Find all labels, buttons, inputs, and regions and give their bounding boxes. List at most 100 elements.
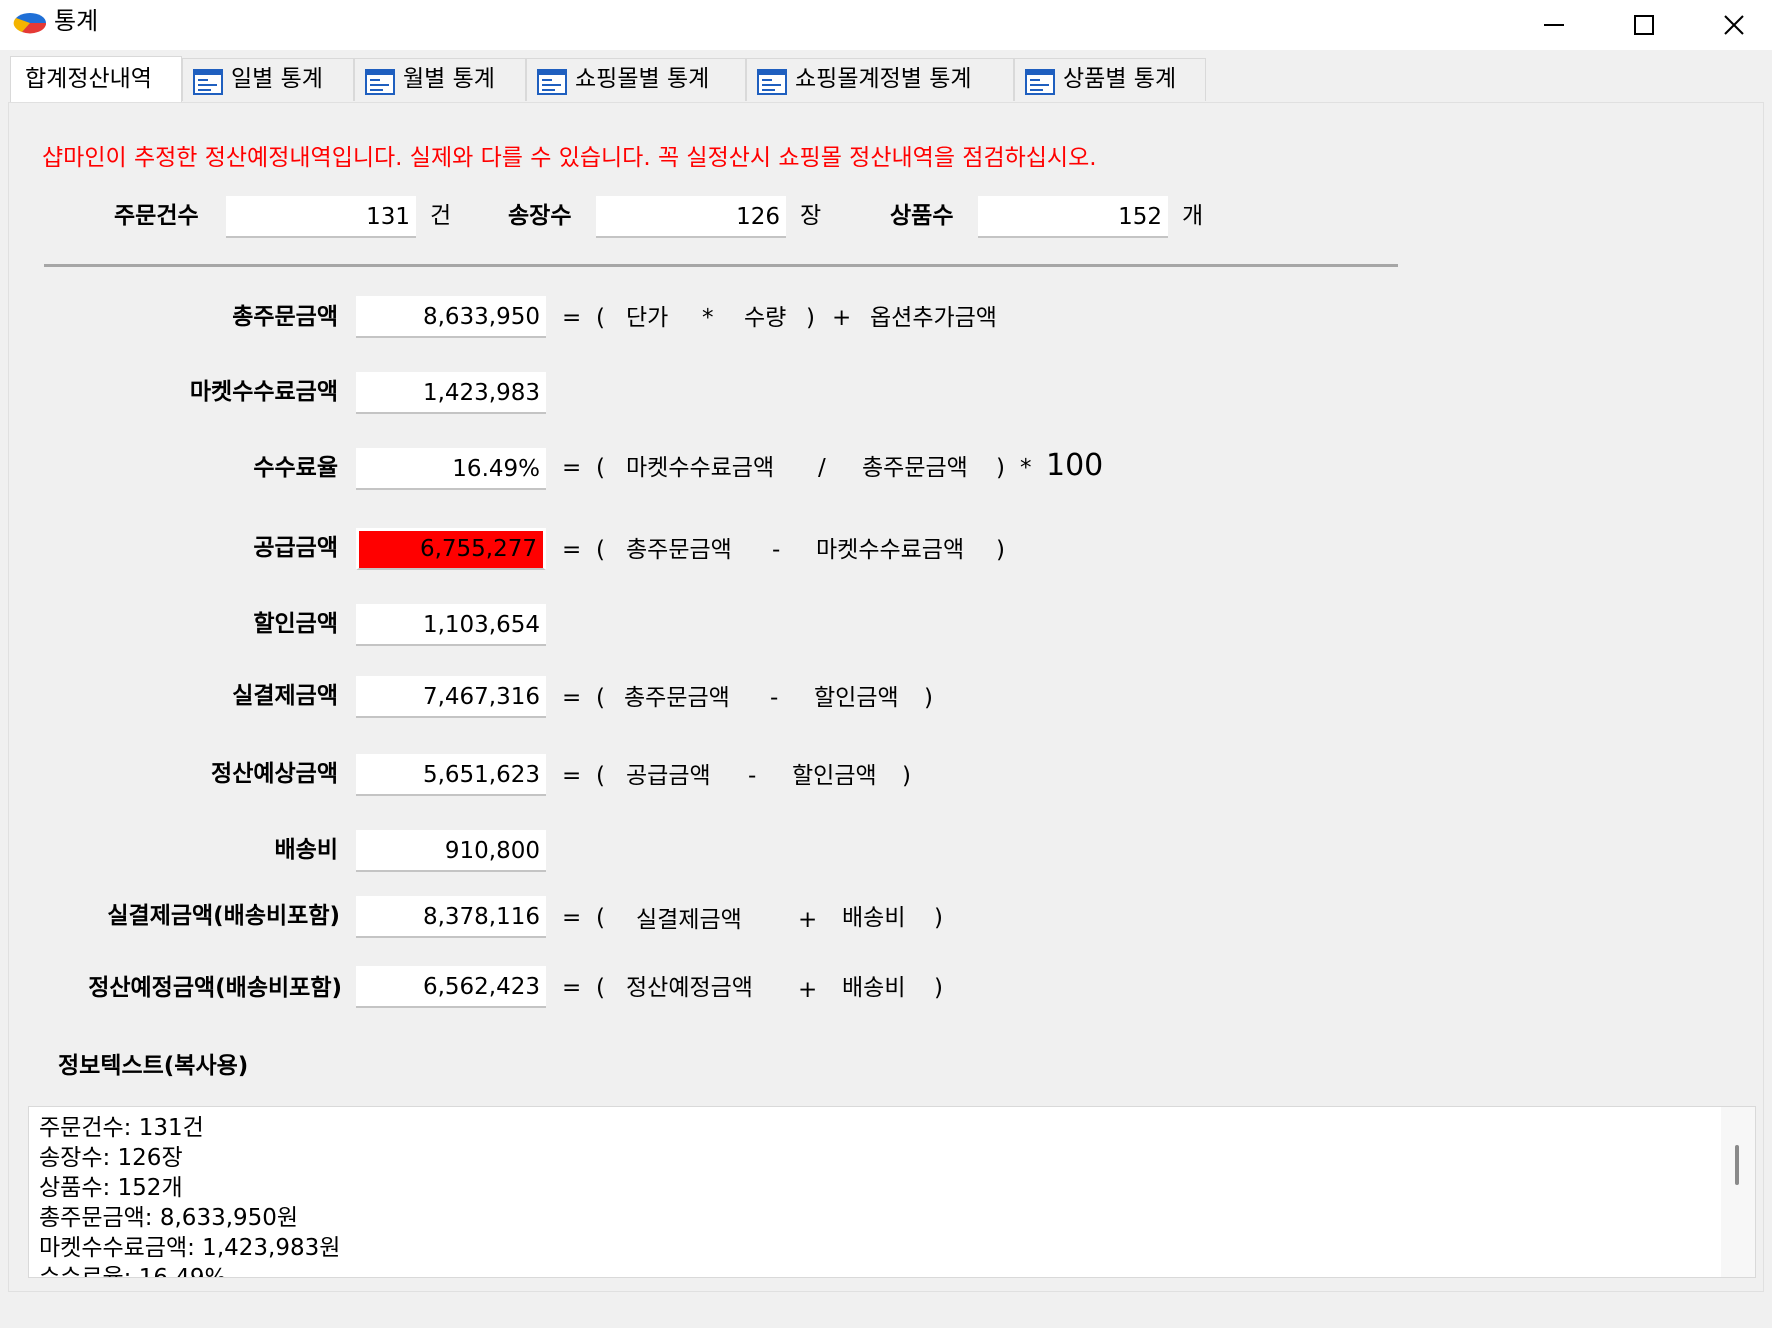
expected-settle-ship-formula: = ( 정산예정금액 + 배송비 )	[562, 966, 962, 1010]
table-icon	[1025, 69, 1055, 95]
actual-payment-ship-field[interactable]: 8,378,116	[356, 896, 546, 938]
maximize-button[interactable]	[1598, 0, 1688, 50]
formula-close: )	[996, 537, 1005, 563]
formula-op: -	[748, 763, 757, 789]
product-count-field[interactable]: 152	[978, 196, 1168, 238]
table-icon	[365, 69, 395, 95]
total-order-label: 총주문금액	[232, 304, 338, 330]
tab-strip: 합계정산내역 일별 통계 월별 통계 쇼핑몰별 통계 쇼핑몰계정별 통계 상품별…	[8, 56, 1764, 103]
shipping-field[interactable]: 910,800	[356, 830, 546, 872]
info-line: 주문건수: 131건	[39, 1115, 204, 1141]
formula-term-a: 단가	[626, 305, 669, 331]
tab-label: 쇼핑몰계정별 통계	[795, 66, 972, 92]
expected-settle-field[interactable]: 5,651,623	[356, 754, 546, 796]
formula-term-b: 배송비	[842, 975, 906, 1001]
discount-label: 할인금액	[253, 611, 338, 637]
formula-close: )	[996, 455, 1005, 481]
fee-rate-formula: = ( 마켓수수료금액 / 총주문금액 ) * 100	[562, 446, 1122, 490]
order-count-label: 주문건수	[114, 203, 199, 229]
expected-settle-formula: = ( 공급금액 - 할인금액 )	[562, 754, 942, 798]
total-order-field[interactable]: 8,633,950	[356, 296, 546, 338]
supply-field[interactable]: 6,755,277	[356, 528, 546, 570]
tab-label: 상품별 통계	[1063, 66, 1177, 92]
formula-term-b: 마켓수수료금액	[816, 537, 965, 563]
formula-term-c: 100	[1046, 448, 1104, 483]
info-line: 송장수: 126장	[39, 1145, 183, 1171]
market-fee-field[interactable]: 1,423,983	[356, 372, 546, 414]
tab-summary[interactable]: 합계정산내역	[10, 56, 182, 102]
formula-close: )	[902, 763, 911, 789]
tab-by-mall-account[interactable]: 쇼핑몰계정별 통계	[746, 58, 1014, 101]
close-button[interactable]	[1688, 0, 1772, 50]
title-bar: 통계	[0, 0, 1772, 50]
product-count-unit: 개	[1182, 203, 1204, 229]
formula-term-a: 정산예정금액	[626, 975, 753, 1001]
order-count-unit: 건	[430, 203, 452, 229]
actual-payment-field[interactable]: 7,467,316	[356, 676, 546, 718]
formula-open: (	[596, 537, 605, 563]
minimize-icon	[1544, 24, 1564, 26]
formula-open: (	[596, 455, 605, 481]
invoice-count-unit: 장	[800, 203, 822, 229]
info-scrollbar[interactable]	[1721, 1107, 1755, 1277]
formula-op: -	[770, 685, 779, 711]
formula-op: *	[702, 305, 714, 331]
formula-op: +	[798, 907, 818, 933]
formula-eq: =	[562, 455, 582, 481]
formula-close: )	[806, 305, 815, 331]
formula-op2: +	[832, 305, 852, 331]
minimize-button[interactable]	[1508, 0, 1598, 50]
formula-term-a: 총주문금액	[626, 537, 732, 563]
tab-daily[interactable]: 일별 통계	[182, 58, 354, 101]
tab-by-mall[interactable]: 쇼핑몰별 통계	[526, 58, 746, 101]
actual-payment-ship-label: 실결제금액(배송비포함)	[107, 903, 340, 929]
info-line: 마켓수수료금액: 1,423,983원	[39, 1235, 341, 1261]
formula-eq: =	[562, 975, 582, 1001]
product-count-label: 상품수	[890, 203, 954, 229]
scrollbar-thumb[interactable]	[1735, 1145, 1739, 1185]
supply-label: 공급금액	[253, 535, 338, 561]
actual-payment-formula: = ( 총주문금액 - 할인금액 )	[562, 676, 962, 720]
formula-open: (	[596, 685, 605, 711]
formula-term-a: 공급금액	[626, 763, 711, 789]
total-order-formula: = ( 단가 * 수량 ) + 옵션추가금액	[562, 296, 1062, 340]
formula-term-a: 총주문금액	[624, 685, 730, 711]
table-icon	[537, 69, 567, 95]
formula-term-b: 할인금액	[814, 685, 899, 711]
formula-term-c: 옵션추가금액	[870, 305, 997, 331]
tab-monthly[interactable]: 월별 통계	[354, 58, 526, 101]
formula-open: (	[596, 975, 605, 1001]
tab-label: 일별 통계	[231, 66, 323, 92]
formula-eq: =	[562, 537, 582, 563]
formula-open: (	[596, 305, 605, 331]
expected-settle-label: 정산예상금액	[211, 761, 338, 787]
separator-line	[44, 264, 1398, 267]
info-lines: 주문건수: 131건 송장수: 126장 상품수: 152개 총주문금액: 8,…	[39, 1113, 341, 1277]
formula-close: )	[934, 975, 943, 1001]
formula-term-a: 마켓수수료금액	[626, 455, 775, 481]
fee-rate-field[interactable]: 16.49%	[356, 448, 546, 490]
invoice-count-field[interactable]: 126	[596, 196, 786, 238]
expected-settle-ship-field[interactable]: 6,562,423	[356, 966, 546, 1008]
tab-label: 합계정산내역	[25, 66, 152, 92]
formula-eq: =	[562, 763, 582, 789]
discount-field[interactable]: 1,103,654	[356, 604, 546, 646]
formula-term-b: 총주문금액	[862, 455, 968, 481]
app-icon	[13, 13, 47, 34]
formula-open: (	[596, 763, 605, 789]
formula-open: (	[596, 905, 605, 931]
formula-eq: =	[562, 305, 582, 331]
formula-close: )	[924, 685, 933, 711]
invoice-count-label: 송장수	[508, 203, 572, 229]
formula-op: -	[772, 537, 781, 563]
maximize-icon	[1634, 15, 1654, 35]
actual-payment-ship-formula: = ( 실결제금액 + 배송비 )	[562, 896, 962, 940]
formula-eq: =	[562, 905, 582, 931]
formula-term-b: 배송비	[842, 905, 906, 931]
order-count-field[interactable]: 131	[226, 196, 416, 238]
table-icon	[193, 69, 223, 95]
tab-by-product[interactable]: 상품별 통계	[1014, 58, 1206, 101]
info-textarea[interactable]: 주문건수: 131건 송장수: 126장 상품수: 152개 총주문금액: 8,…	[28, 1106, 1756, 1278]
supply-formula: = ( 총주문금액 - 마켓수수료금액 )	[562, 528, 1042, 572]
close-icon	[1724, 15, 1744, 35]
